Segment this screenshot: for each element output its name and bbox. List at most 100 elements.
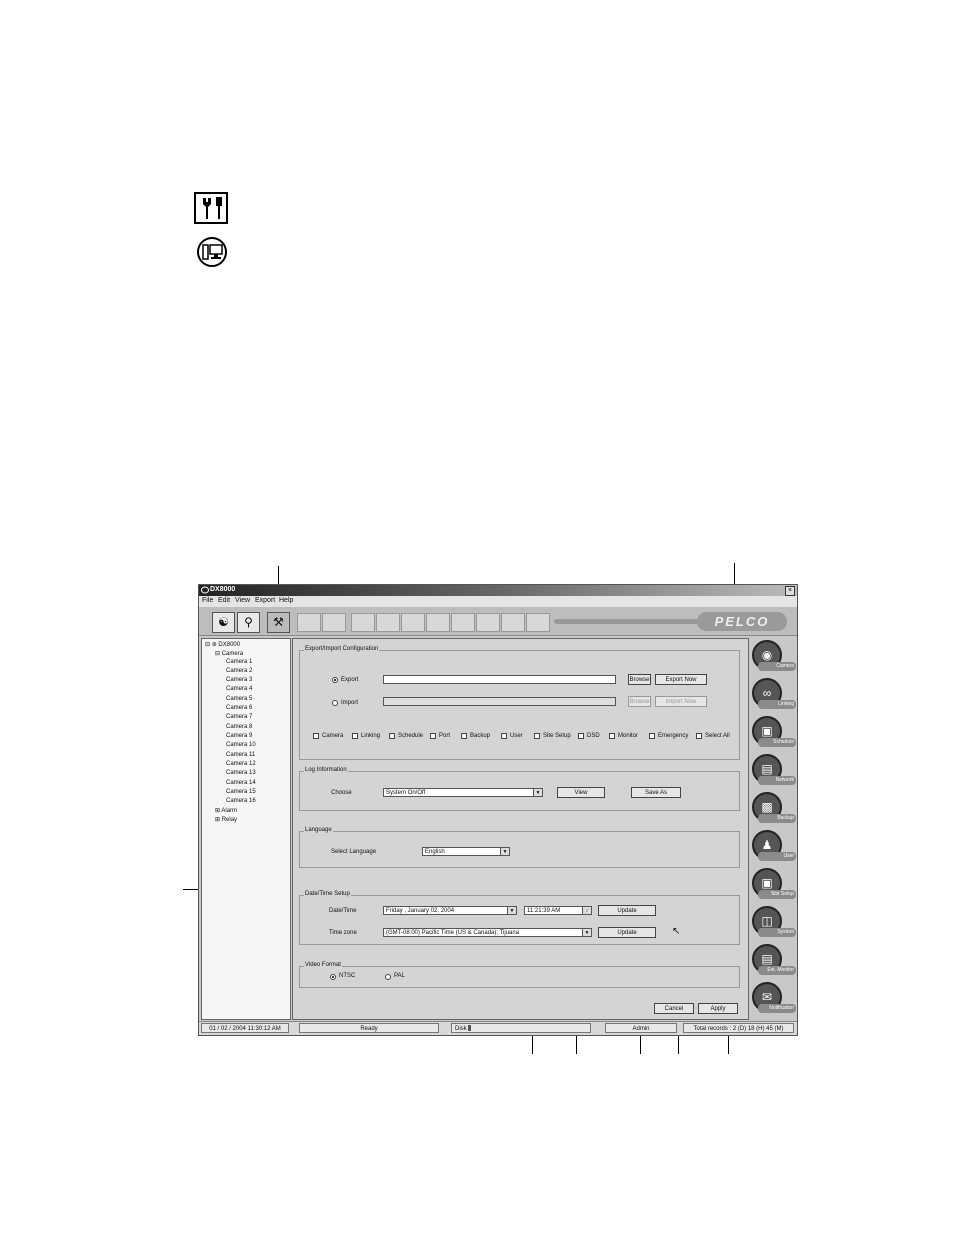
layout-button[interactable] <box>526 613 550 632</box>
tree-camera[interactable]: Camera 7 <box>226 714 252 720</box>
tree-camera[interactable]: Camera 4 <box>226 686 252 692</box>
sidebar-user[interactable]: ♟ User <box>752 830 796 866</box>
linking-checkbox[interactable] <box>352 733 358 739</box>
device-tree: ⊟ ⊛ DX8000 ⊟ Camera Camera 1 Camera 2 Ca… <box>201 638 291 1020</box>
sidebar-label: Schedule <box>758 738 796 747</box>
tree-camera[interactable]: Camera 5 <box>226 696 252 702</box>
search-button[interactable]: ⚲ <box>237 612 260 633</box>
checkbox-label: Port <box>439 733 451 739</box>
tree-camera[interactable]: Camera 11 <box>226 752 255 758</box>
schedule-checkbox[interactable] <box>389 733 395 739</box>
site-setup-checkbox[interactable] <box>534 733 540 739</box>
export-path-field[interactable] <box>383 675 616 684</box>
emergency-checkbox[interactable] <box>649 733 655 739</box>
port-checkbox[interactable] <box>430 733 436 739</box>
window-title: DX8000 <box>210 586 236 593</box>
tree-camera[interactable]: Camera 13 <box>226 770 256 776</box>
group-title: Log Information <box>304 767 348 773</box>
layout-button[interactable] <box>501 613 525 632</box>
status-user: Admin <box>605 1023 677 1033</box>
sidebar-notification[interactable]: ✉ Notification <box>752 982 796 1018</box>
sidebar-system[interactable]: ◫ System <box>752 906 796 942</box>
layout-16-button[interactable] <box>426 613 450 632</box>
export-radio[interactable] <box>332 677 338 683</box>
tree-camera[interactable]: Camera 14 <box>226 780 256 786</box>
setup-button[interactable]: ⚒ <box>267 612 290 633</box>
layout-button[interactable] <box>451 613 475 632</box>
ntsc-radio[interactable] <box>330 974 336 980</box>
tree-camera[interactable]: Camera 12 <box>226 761 256 767</box>
apply-button[interactable]: Apply <box>698 1003 738 1014</box>
sidebar-linking[interactable]: ∞ Linking <box>752 678 796 714</box>
update-time-zone-button[interactable]: Update <box>598 927 656 938</box>
log-information-group: Log Information Choose System On/Off ▼ Vi… <box>299 767 740 811</box>
system-settings-panel: Export/Import Configuration Export Brows… <box>292 638 749 1020</box>
close-button[interactable]: × <box>785 586 795 596</box>
tree-alarm[interactable]: ⊞ Alarm <box>215 807 237 814</box>
update-time-button[interactable]: Update <box>598 905 656 916</box>
sidebar-backup[interactable]: ▩ Backup <box>752 792 796 828</box>
time-zone-label: Time zone <box>329 930 357 936</box>
tree-camera[interactable]: Camera 8 <box>226 724 252 730</box>
menu-file[interactable]: File <box>202 597 213 604</box>
checkbox-label: Schedule <box>398 733 424 739</box>
tree-camera-group[interactable]: ⊟ Camera <box>215 650 243 657</box>
backup-checkbox[interactable] <box>461 733 467 739</box>
tools-icon: ⚒ <box>273 615 284 629</box>
layout-4-button[interactable] <box>376 613 400 632</box>
checkbox-label: Select All <box>705 733 730 739</box>
sidebar-network[interactable]: ▤ Network <box>752 754 796 790</box>
tree-camera[interactable]: Camera 3 <box>226 677 252 683</box>
layout-9-button[interactable] <box>401 613 425 632</box>
ntsc-label: NTSC <box>339 973 356 979</box>
menu-help[interactable]: Help <box>279 597 293 604</box>
tree-relay[interactable]: ⊞ Relay <box>215 816 237 823</box>
manual-page: DX8000 × File Edit View Export Help ☯ ⚲ … <box>0 0 954 1235</box>
import-now-button[interactable]: Import Now <box>655 696 707 707</box>
disabled-tool-button[interactable] <box>297 613 321 632</box>
select-all-checkbox[interactable] <box>696 733 702 739</box>
view-log-button[interactable]: View <box>557 787 605 798</box>
dsd-checkbox[interactable] <box>578 733 584 739</box>
language-select[interactable]: English ▼ <box>422 847 510 856</box>
log-type-select[interactable]: System On/Off ▼ <box>383 788 543 797</box>
disabled-tool-button[interactable] <box>322 613 346 632</box>
time-spinner[interactable]: 11:21:39 AM ↕ <box>524 906 592 915</box>
tree-camera[interactable]: Camera 10 <box>226 742 256 748</box>
import-radio[interactable] <box>332 700 338 706</box>
choose-label: Choose <box>331 790 352 796</box>
sidebar-camera[interactable]: ◉ Camera <box>752 640 796 676</box>
tree-root[interactable]: ⊟ ⊛ DX8000 <box>205 641 240 648</box>
export-now-button[interactable]: Export Now <box>655 674 707 685</box>
tree-camera[interactable]: Camera 9 <box>226 733 252 739</box>
spin-arrows-icon[interactable]: ↕ <box>582 907 591 914</box>
date-time-setup-group: Date/Time Setup Date/Time Friday , Janua… <box>299 891 740 945</box>
tree-camera[interactable]: Camera 15 <box>226 789 256 795</box>
cancel-button[interactable]: Cancel <box>654 1003 694 1014</box>
layout-button[interactable] <box>476 613 500 632</box>
tree-camera[interactable]: Camera 2 <box>226 668 252 674</box>
tree-camera[interactable]: Camera 16 <box>226 798 256 804</box>
export-browse-button[interactable]: Browse <box>628 674 651 685</box>
pelco-logo: PELCO <box>697 612 787 631</box>
live-button[interactable]: ☯ <box>212 612 235 633</box>
pal-radio[interactable] <box>385 974 391 980</box>
user-checkbox[interactable] <box>501 733 507 739</box>
save-as-button[interactable]: Save As <box>631 787 681 798</box>
import-browse-button[interactable]: Browse <box>628 696 651 707</box>
monitor-checkbox[interactable] <box>609 733 615 739</box>
tree-camera[interactable]: Camera 6 <box>226 705 252 711</box>
tree-camera[interactable]: Camera 1 <box>226 659 252 665</box>
sidebar-ext-monitor[interactable]: ▤ Ext. Monitor <box>752 944 796 980</box>
menu-export[interactable]: Export <box>255 597 275 604</box>
menu-edit[interactable]: Edit <box>218 597 230 604</box>
camera-checkbox[interactable] <box>313 733 319 739</box>
sidebar-site-setup[interactable]: ▣ Site Setup <box>752 868 796 904</box>
layout-1-button[interactable] <box>351 613 375 632</box>
import-path-field[interactable] <box>383 697 616 706</box>
sidebar-schedule[interactable]: ▣ Schedule <box>752 716 796 752</box>
date-picker[interactable]: Friday , January 02, 2004 ▼ <box>383 906 517 915</box>
mouse-cursor-icon: ↖ <box>672 926 681 937</box>
time-zone-select[interactable]: (GMT-08:00) Pacific Time (US & Canada); … <box>383 928 592 937</box>
menu-view[interactable]: View <box>235 597 250 604</box>
